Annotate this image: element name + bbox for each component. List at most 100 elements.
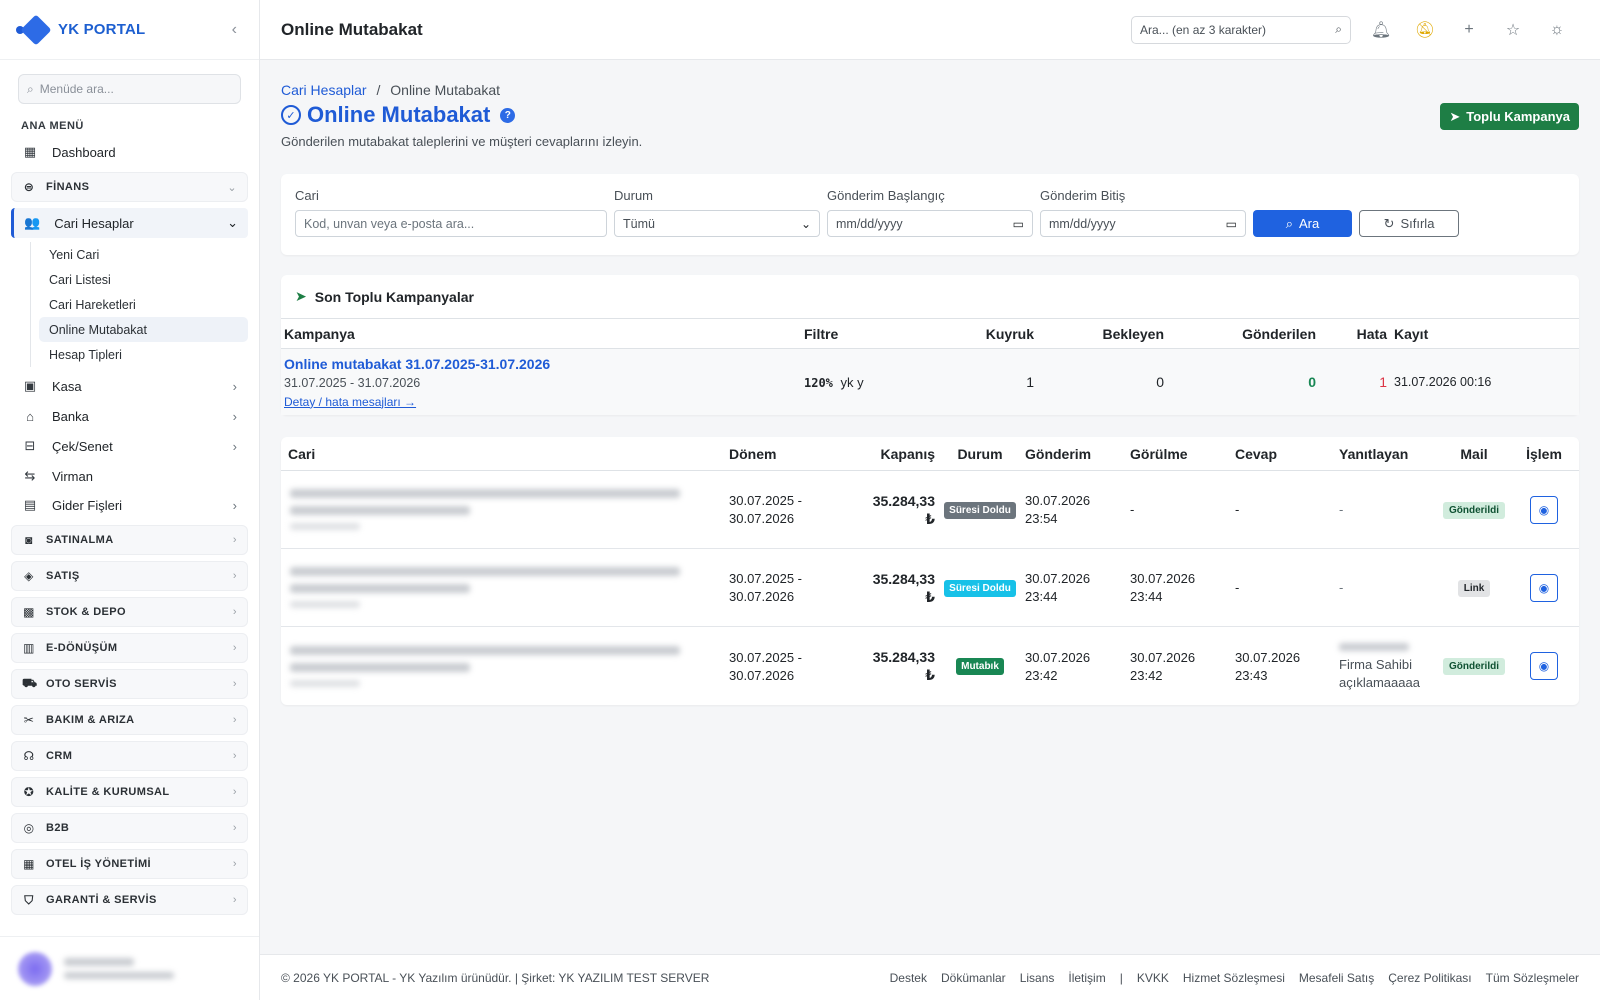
campaign-detail-link[interactable]: Detay / hata mesajları → xyxy=(284,395,804,409)
sidebar-group-label: STOK & DEPO xyxy=(46,606,126,618)
breadcrumb-link-cari-hesaplar[interactable]: Cari Hesaplar xyxy=(281,82,367,98)
star-icon[interactable]: ☆ xyxy=(1491,20,1535,40)
sun-icon[interactable]: ☼ xyxy=(1535,21,1579,39)
sidebar-group-label: BAKIM & ARIZA xyxy=(46,714,135,726)
sidebar-group-satis[interactable]: ◈ SATIŞ › xyxy=(11,561,248,591)
sidebar-subitem-online-mutabakat[interactable]: Online Mutabakat xyxy=(39,317,248,342)
view-button[interactable]: ◉ xyxy=(1530,573,1558,602)
sidebar-group-satinalma[interactable]: ◙ SATINALMA › xyxy=(11,525,248,555)
footer-link-hizmet[interactable]: Hizmet Sözleşmesi xyxy=(1183,971,1285,985)
search-button-label: Ara xyxy=(1299,216,1320,231)
sidebar-subitem-cari-listesi[interactable]: Cari Listesi xyxy=(39,267,248,292)
campaigns-title: Son Toplu Kampanyalar xyxy=(314,288,474,305)
sidebar-group-label: SATIŞ xyxy=(46,570,80,582)
start-date-input[interactable]: mm/dd/yyyy ▭ xyxy=(827,210,1033,237)
gonderim-time: 23:44 xyxy=(1025,589,1058,604)
sidebar-group-e-donusum[interactable]: ▥ E-DÖNÜŞÜM › xyxy=(11,633,248,663)
durum-select[interactable]: Tümü ⌄ xyxy=(614,210,820,237)
toplu-kampanya-button[interactable]: ➤ Toplu Kampanya xyxy=(1440,103,1579,130)
bell-icon[interactable]: 🔔︎ xyxy=(1359,20,1403,40)
sidebar-group-label: CRM xyxy=(46,750,73,762)
help-icon[interactable]: ? xyxy=(500,107,516,123)
sidebar-item-cari-hesaplar[interactable]: 👥 Cari Hesaplar ⌄ xyxy=(11,208,248,238)
footer-link-dokumanlar[interactable]: Dökümanlar xyxy=(941,971,1006,985)
sidebar-item-virman[interactable]: ⇆ Virman xyxy=(0,461,259,491)
footer-link-kvkk[interactable]: KVKK xyxy=(1137,971,1169,985)
footer-link-iletisim[interactable]: İletişim xyxy=(1068,971,1105,985)
sidebar-group-b2b[interactable]: ◎ B2B › xyxy=(11,813,248,843)
sidebar-item-kasa[interactable]: ▣ Kasa › xyxy=(0,371,259,401)
campaign-name-link[interactable]: Online mutabakat 31.07.2025-31.07.2026 xyxy=(284,356,804,372)
plus-icon[interactable]: + xyxy=(1447,21,1491,39)
sidebar-subitem-hesap-tipleri[interactable]: Hesap Tipleri xyxy=(39,342,248,367)
cari-search-input[interactable]: Kod, unvan veya e-posta ara... xyxy=(295,210,607,237)
footer-link-lisans[interactable]: Lisans xyxy=(1020,971,1055,985)
sidebar-item-dashboard[interactable]: ▦ Dashboard xyxy=(0,138,259,166)
sidebar-group-crm[interactable]: ☊ CRM › xyxy=(11,741,248,771)
cari-submenu: Yeni Cari Cari Listesi Cari Hareketleri … xyxy=(30,242,259,367)
globe-icon: ◎ xyxy=(23,821,35,835)
view-button[interactable]: ◉ xyxy=(1530,652,1558,680)
cevap-date: - xyxy=(1235,580,1240,595)
sidebar-group-stok-depo[interactable]: ▩ STOK & DEPO › xyxy=(11,597,248,627)
page-title: Online Mutabakat xyxy=(307,102,491,127)
footer-link-cerez[interactable]: Çerez Politikası xyxy=(1388,971,1471,985)
sidebar: YK PORTAL ‹ ⌕ Menüde ara... ANA MENÜ ▦ D… xyxy=(0,0,260,1000)
yanitlayan-note: açıklamaaaaa xyxy=(1339,674,1420,690)
view-button[interactable]: ◉ xyxy=(1530,495,1558,524)
menu-search-input[interactable]: ⌕ Menüde ara... xyxy=(18,74,241,104)
campaigns-header: ➤ Son Toplu Kampanyalar xyxy=(281,275,1579,319)
breadcrumb-separator: / xyxy=(376,82,381,98)
chevron-left-icon[interactable]: ‹ xyxy=(226,21,243,39)
search-icon: ⌕ xyxy=(27,81,34,96)
sidebar-group-label: KALİTE & KURUMSAL xyxy=(46,786,170,798)
table-row: 30.07.2025 - 30.07.2026 35.284,33 ₺ Mutabı… xyxy=(281,627,1579,705)
chevron-right-icon: › xyxy=(232,606,237,618)
col-bekleyen: Bekleyen xyxy=(1102,325,1164,342)
check-circle-icon: ✓ xyxy=(281,105,301,125)
footer-link-tum[interactable]: Tüm Sözleşmeler xyxy=(1486,971,1579,985)
reset-button[interactable]: ↻ Sıfırla xyxy=(1359,210,1459,237)
sidebar-group-finans[interactable]: ⊜ FİNANS ⌄ xyxy=(11,172,248,202)
sidebar-group-oto-servis[interactable]: ⛟ OTO SERVİS › xyxy=(11,669,248,699)
sidebar-item-label: Kasa xyxy=(52,378,82,394)
end-date-input[interactable]: mm/dd/yyyy ▭ xyxy=(1040,210,1246,237)
sidebar-group-label: E-DÖNÜŞÜM xyxy=(46,642,118,654)
gonderim-time: 23:54 xyxy=(1025,511,1058,526)
bank-icon: ⌂ xyxy=(26,408,34,424)
bell-warning-icon[interactable]: 🔕︎ xyxy=(1403,20,1447,40)
chevron-right-icon: › xyxy=(232,497,237,513)
sidebar-group-kalite-kurumsal[interactable]: ✪ KALİTE & KURUMSAL › xyxy=(11,777,248,807)
sidebar-group-bakim-ariza[interactable]: ✂ BAKIM & ARIZA › xyxy=(11,705,248,735)
footer-link-mesafeli[interactable]: Mesafeli Satış xyxy=(1299,971,1374,985)
cheque-icon: ⊟ xyxy=(24,438,36,453)
sidebar-user-panel[interactable] xyxy=(0,936,259,1000)
global-search-input[interactable]: Ara... (en az 3 karakter) ⌕ xyxy=(1131,15,1351,44)
sidebar-group-otel[interactable]: ▦ OTEL İŞ YÖNETİMİ › xyxy=(11,849,248,879)
cevap-time: 23:43 xyxy=(1235,667,1268,683)
sidebar-item-gider-fisleri[interactable]: ▤ Gider Fişleri › xyxy=(0,491,259,519)
footer-link-destek[interactable]: Destek xyxy=(890,971,927,985)
currency-symbol: ₺ xyxy=(925,667,935,683)
search-icon: ⌕ xyxy=(1285,215,1294,231)
sidebar-group-label: OTO SERVİS xyxy=(46,678,117,690)
calendar-icon[interactable]: ▭ xyxy=(1226,217,1237,231)
sidebar-group-garanti-servis[interactable]: ⛉ GARANTİ & SERVİS › xyxy=(11,885,248,915)
sidebar-subitem-cari-hareketleri[interactable]: Cari Hareketleri xyxy=(39,292,248,317)
bag-icon: ◙ xyxy=(25,533,33,547)
end-date-value: mm/dd/yyyy xyxy=(1049,216,1116,231)
chevron-right-icon: › xyxy=(232,642,237,654)
donem-end: 30.07.2026 xyxy=(729,511,795,526)
sidebar-item-banka[interactable]: ⌂ Banka › xyxy=(0,401,259,431)
kapanis-value: 35.284,33 xyxy=(872,492,935,509)
yanitlayan: Firma Sahibi xyxy=(1339,656,1412,672)
footer-copyright: © 2026 YK PORTAL - YK Yazılım ürünüdür. … xyxy=(281,970,710,985)
search-button[interactable]: ⌕ Ara xyxy=(1253,210,1352,237)
sidebar-item-cek-senet[interactable]: ⊟ Çek/Senet › xyxy=(0,431,259,461)
sidebar-subitem-yeni-cari[interactable]: Yeni Cari xyxy=(39,242,248,267)
calendar-icon[interactable]: ▭ xyxy=(1013,217,1024,231)
footer: © 2026 YK PORTAL - YK Yazılım ürünüdür. … xyxy=(260,954,1600,1000)
yanitlayan-name-blurred xyxy=(1339,642,1409,651)
donem-end: 30.07.2026 xyxy=(729,589,795,604)
user-info-blurred xyxy=(64,958,174,979)
